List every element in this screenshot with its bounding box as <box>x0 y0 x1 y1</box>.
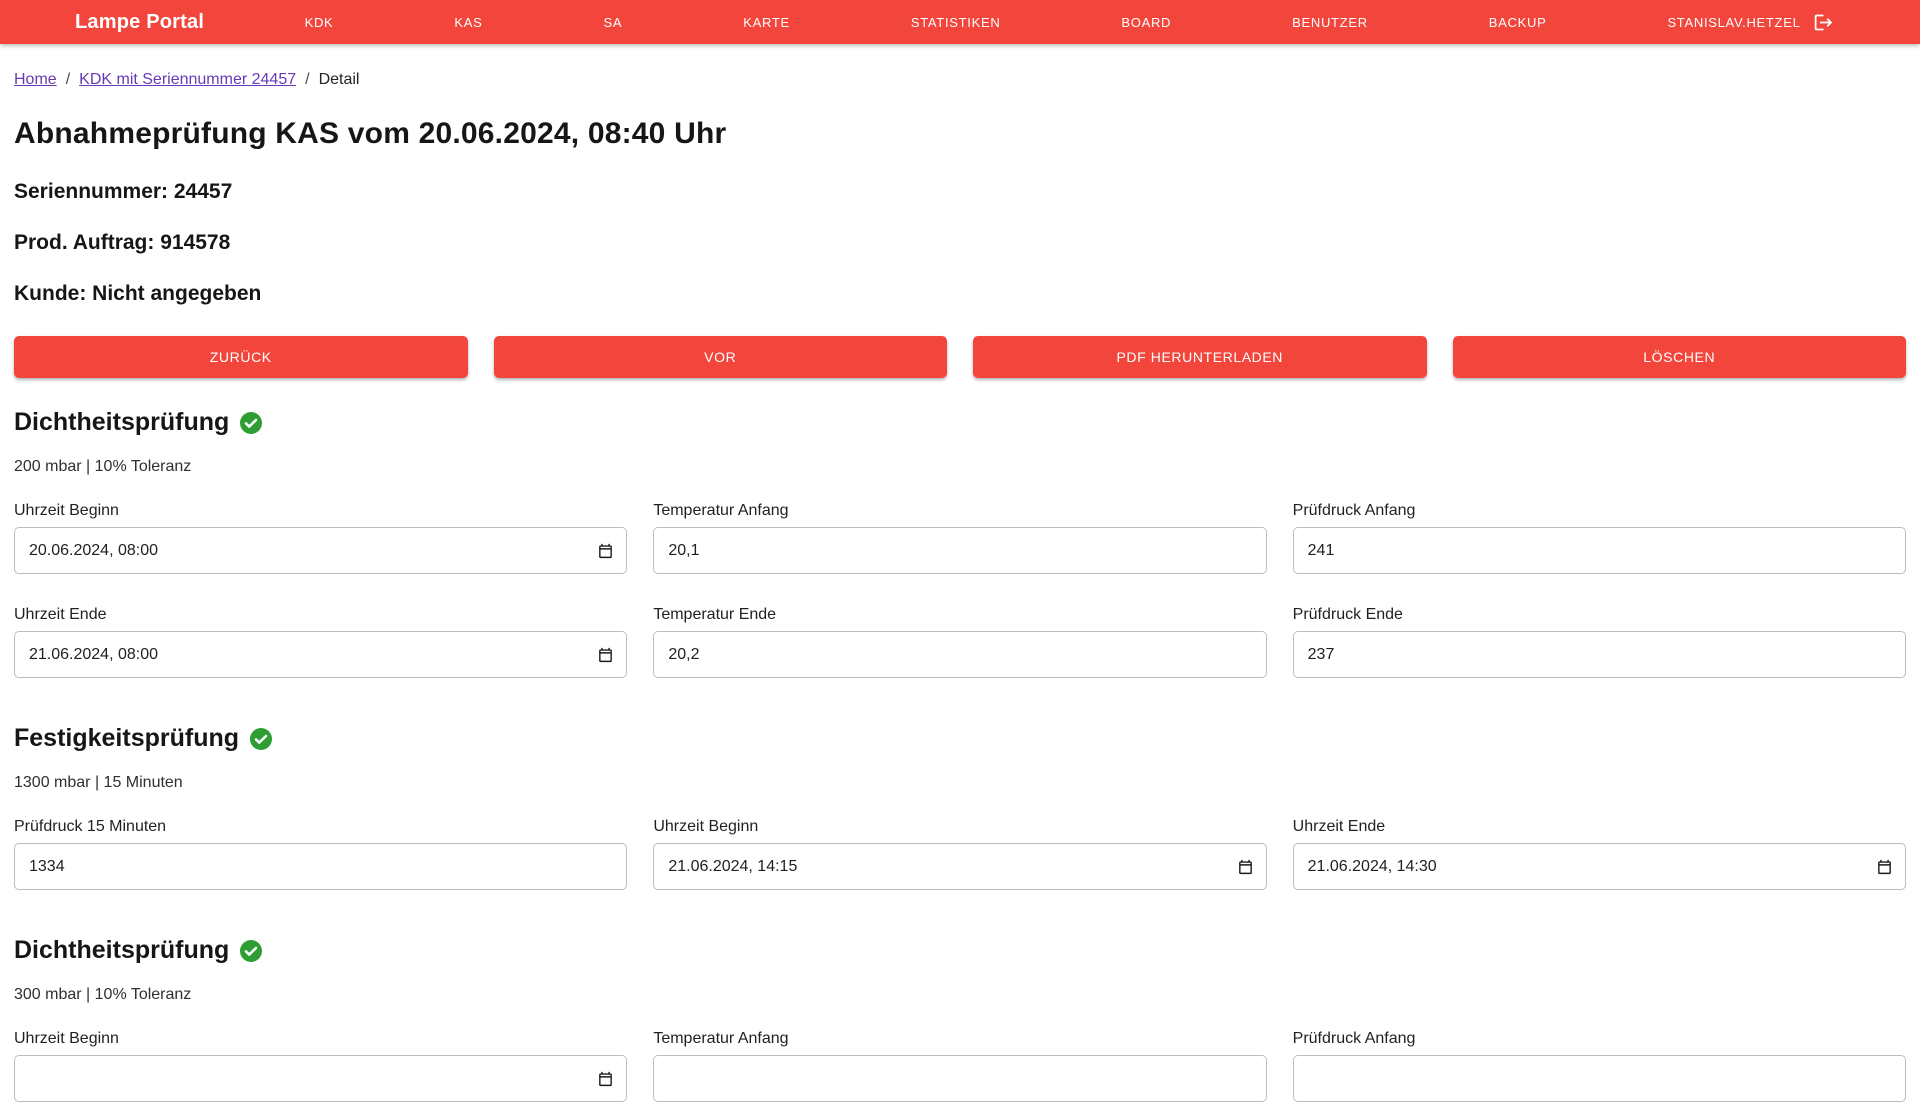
field-grid: Uhrzeit Beginn Temperatur Anfang Prüfdru… <box>14 502 1906 678</box>
uhrzeit-beginn-input[interactable] <box>14 1055 627 1102</box>
app-brand: Lampe Portal <box>75 11 204 34</box>
field-pruefdruck-15-minuten: Prüfdruck 15 Minuten <box>14 818 627 890</box>
field-pruefdruck-ende: Prüfdruck Ende <box>1293 606 1906 678</box>
section-subtitle: 200 mbar | 10% Toleranz <box>14 458 1906 476</box>
temperatur-anfang-input[interactable] <box>653 527 1266 574</box>
nav-item-karte[interactable]: KARTE <box>743 15 790 30</box>
field-label: Prüfdruck Anfang <box>1293 1030 1906 1048</box>
pruefdruck-anfang-input[interactable] <box>1293 527 1906 574</box>
field-grid: Uhrzeit Beginn Temperatur Anfang Prüfdru… <box>14 1030 1906 1102</box>
section-title: Dichtheitsprüfung <box>14 936 1906 965</box>
nav-item-kdk[interactable]: KDK <box>305 15 334 30</box>
nav-item-sa[interactable]: SA <box>604 15 623 30</box>
field-grid: Prüfdruck 15 Minuten Uhrzeit Beginn Uhrz… <box>14 818 1906 890</box>
delete-button[interactable]: LÖSCHEN <box>1453 336 1907 378</box>
page-title: Abnahmeprüfung KAS vom 20.06.2024, 08:40… <box>14 115 1906 153</box>
calendar-icon[interactable] <box>597 646 614 663</box>
field-label: Uhrzeit Ende <box>14 606 627 624</box>
logout-icon[interactable] <box>1813 12 1834 33</box>
nav-item-benutzer[interactable]: BENUTZER <box>1292 15 1368 30</box>
field-pruefdruck-anfang: Prüfdruck Anfang <box>1293 502 1906 574</box>
breadcrumb: Home / KDK mit Seriennummer 24457 / Deta… <box>14 44 1906 89</box>
field-temperatur-ende: Temperatur Ende <box>653 606 1266 678</box>
field-label: Temperatur Anfang <box>653 502 1266 520</box>
breadcrumb-link-home[interactable]: Home <box>14 71 57 89</box>
prod-order-line: Prod. Auftrag: 914578 <box>14 231 1906 255</box>
section-subtitle: 300 mbar | 10% Toleranz <box>14 986 1906 1004</box>
back-button[interactable]: ZURÜCK <box>14 336 468 378</box>
check-circle-icon <box>239 939 263 963</box>
field-uhrzeit-beginn: Uhrzeit Beginn <box>14 502 627 574</box>
field-label: Uhrzeit Ende <box>1293 818 1906 836</box>
section-title: Festigkeitsprüfung <box>14 724 1906 753</box>
field-uhrzeit-ende: Uhrzeit Ende <box>1293 818 1906 890</box>
uhrzeit-ende-input[interactable] <box>1293 843 1906 890</box>
field-temperatur-anfang: Temperatur Anfang <box>653 502 1266 574</box>
calendar-icon[interactable] <box>597 542 614 559</box>
section-title-text: Dichtheitsprüfung <box>14 936 229 965</box>
nav-user[interactable]: STANISLAV.HETZEL <box>1667 15 1800 30</box>
field-uhrzeit-ende: Uhrzeit Ende <box>14 606 627 678</box>
pruefdruck-15-minuten-input[interactable] <box>14 843 627 890</box>
serial-number-line: Seriennummer: 24457 <box>14 180 1906 204</box>
uhrzeit-ende-input[interactable] <box>14 631 627 678</box>
nav-item-kas[interactable]: KAS <box>454 15 482 30</box>
field-label: Prüfdruck 15 Minuten <box>14 818 627 836</box>
section-title: Dichtheitsprüfung <box>14 408 1906 437</box>
field-label: Uhrzeit Beginn <box>14 1030 627 1048</box>
field-pruefdruck-anfang: Prüfdruck Anfang <box>1293 1030 1906 1102</box>
section-subtitle: 1300 mbar | 15 Minuten <box>14 774 1906 792</box>
uhrzeit-beginn-input[interactable] <box>653 843 1266 890</box>
section-title-text: Festigkeitsprüfung <box>14 724 239 753</box>
field-label: Prüfdruck Anfang <box>1293 502 1906 520</box>
field-temperatur-anfang: Temperatur Anfang <box>653 1030 1266 1102</box>
calendar-icon[interactable] <box>1237 858 1254 875</box>
page-content: Home / KDK mit Seriennummer 24457 / Deta… <box>0 44 1920 1102</box>
app-bar: Lampe Portal KDK KAS SA KARTE STATISTIKE… <box>0 0 1920 44</box>
nav-item-statistiken[interactable]: STATISTIKEN <box>911 15 1001 30</box>
breadcrumb-separator: / <box>305 71 309 89</box>
field-label: Uhrzeit Beginn <box>653 818 1266 836</box>
calendar-icon[interactable] <box>1876 858 1893 875</box>
check-circle-icon <box>249 727 273 751</box>
section-dichtheitspruefung-200: Dichtheitsprüfung 200 mbar | 10% Toleran… <box>14 408 1906 678</box>
field-uhrzeit-beginn: Uhrzeit Beginn <box>653 818 1266 890</box>
nav-item-backup[interactable]: BACKUP <box>1489 15 1547 30</box>
temperatur-ende-input[interactable] <box>653 631 1266 678</box>
field-uhrzeit-beginn: Uhrzeit Beginn <box>14 1030 627 1102</box>
breadcrumb-link-kdk-seriennummer[interactable]: KDK mit Seriennummer 24457 <box>79 71 296 89</box>
calendar-icon[interactable] <box>597 1070 614 1087</box>
nav-item-board[interactable]: BOARD <box>1121 15 1171 30</box>
field-label: Prüfdruck Ende <box>1293 606 1906 624</box>
field-label: Uhrzeit Beginn <box>14 502 627 520</box>
section-dichtheitspruefung-300: Dichtheitsprüfung 300 mbar | 10% Toleran… <box>14 936 1906 1102</box>
download-pdf-button[interactable]: PDF HERUNTERLADEN <box>973 336 1427 378</box>
pruefdruck-ende-input[interactable] <box>1293 631 1906 678</box>
section-festigkeitspruefung: Festigkeitsprüfung 1300 mbar | 15 Minute… <box>14 724 1906 890</box>
breadcrumb-current: Detail <box>319 71 360 89</box>
temperatur-anfang-input[interactable] <box>653 1055 1266 1102</box>
field-label: Temperatur Anfang <box>653 1030 1266 1048</box>
breadcrumb-separator: / <box>66 71 70 89</box>
nav-user-group: STANISLAV.HETZEL <box>1667 12 1833 33</box>
check-circle-icon <box>239 411 263 435</box>
uhrzeit-beginn-input[interactable] <box>14 527 627 574</box>
main-nav: KDK KAS SA KARTE STATISTIKEN BOARD BENUT… <box>244 12 1894 33</box>
action-button-row: ZURÜCK VOR PDF HERUNTERLADEN LÖSCHEN <box>14 336 1906 378</box>
next-button[interactable]: VOR <box>494 336 948 378</box>
section-title-text: Dichtheitsprüfung <box>14 408 229 437</box>
customer-line: Kunde: Nicht angegeben <box>14 282 1906 306</box>
field-label: Temperatur Ende <box>653 606 1266 624</box>
pruefdruck-anfang-input[interactable] <box>1293 1055 1906 1102</box>
